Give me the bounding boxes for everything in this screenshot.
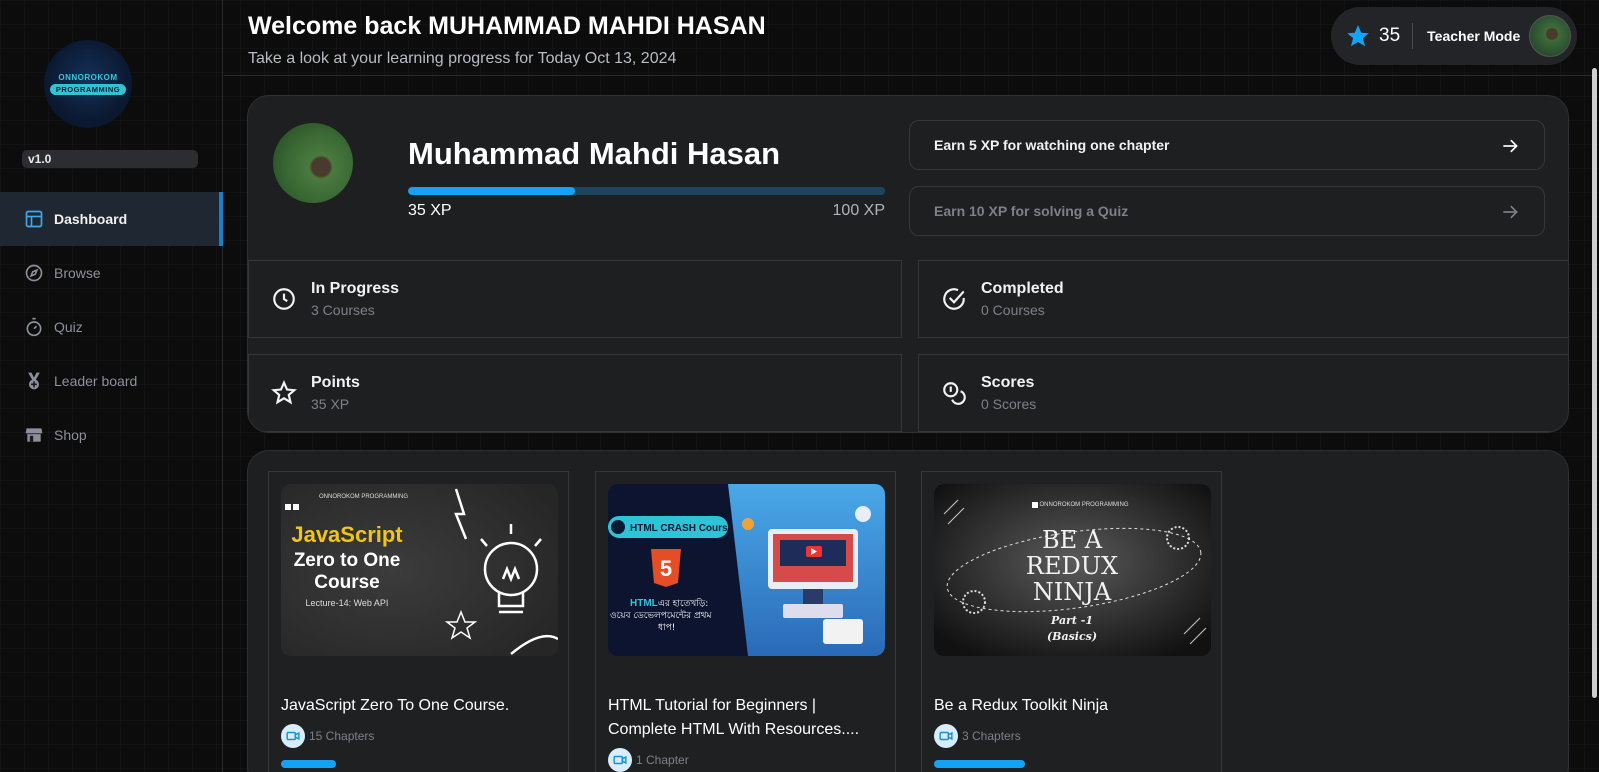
course-chapters: 15 Chapters xyxy=(281,724,374,748)
avatar[interactable] xyxy=(1529,15,1571,57)
svg-text:ONNOROKOM PROGRAMMING: ONNOROKOM PROGRAMMING xyxy=(1039,502,1128,508)
timer-icon xyxy=(24,317,44,337)
stat-completed: Completed 0 Courses xyxy=(918,260,1568,338)
stat-title: Scores xyxy=(981,374,1035,391)
profile-avatar xyxy=(273,123,353,203)
svg-text:HTML: HTML xyxy=(630,598,658,609)
sidebar-item-label: Shop xyxy=(54,427,87,443)
stat-sub: 0 Scores xyxy=(981,396,1037,412)
clock-icon xyxy=(273,288,295,310)
profile-card: Muhammad Mahdi Hasan 35 XP 100 XP Earn 5… xyxy=(247,95,1569,433)
arrow-right-icon xyxy=(1503,205,1518,219)
stat-points: Points 35 XP xyxy=(248,354,902,432)
course-thumbnail: HTML CRASH Course 5 HTML এর হাতেখড়ি: ওয… xyxy=(608,484,885,656)
teacher-mode-button[interactable]: Teacher Mode xyxy=(1427,28,1520,44)
coins-icon xyxy=(943,382,966,405)
svg-text:(Basics): (Basics) xyxy=(1047,630,1097,643)
sidebar-item-leaderboard[interactable]: Leader board xyxy=(0,354,223,408)
course-title[interactable]: JavaScript Zero To One Course. xyxy=(281,694,561,718)
stat-title: Completed xyxy=(981,280,1064,297)
svg-text:ধাপ!: ধাপ! xyxy=(658,623,675,633)
course-chapters: 1 Chapter xyxy=(608,748,689,772)
xp-max: 100 XP xyxy=(832,202,885,219)
star-icon xyxy=(1347,25,1369,47)
xp-progress-fill xyxy=(408,187,575,195)
svg-text:Zero to One: Zero to One xyxy=(294,550,401,571)
profile-name: Muhammad Mahdi Hasan xyxy=(408,136,781,171)
stat-sub: 3 Courses xyxy=(311,302,375,318)
scrollbar[interactable] xyxy=(1592,68,1597,698)
layout-icon xyxy=(24,209,44,229)
star-outline-icon xyxy=(271,380,297,405)
sidebar-item-quiz[interactable]: Quiz xyxy=(0,300,223,354)
user-toolbar: 35 Teacher Mode xyxy=(1331,7,1577,65)
svg-text:JavaScript: JavaScript xyxy=(291,522,403,547)
sidebar-item-label: Quiz xyxy=(54,319,83,335)
header: Welcome back MUHAMMAD MAHDI HASAN Take a… xyxy=(224,0,1599,76)
version-badge: v1.0 xyxy=(22,150,198,168)
sidebar-nav: Dashboard Browse Quiz Leader board Shop xyxy=(0,192,223,462)
course-card-javascript[interactable]: ONNOROKOM PROGRAMMING JavaScript Zero to… xyxy=(268,471,569,772)
video-icon xyxy=(281,724,305,748)
xp-count: 35 xyxy=(1379,25,1401,46)
svg-text:ওয়েব ডেভেলপমেন্টের প্রথম: ওয়েব ডেভেলপমেন্টের প্রথম xyxy=(610,610,712,621)
stat-title: In Progress xyxy=(311,280,400,297)
course-card-redux[interactable]: ONNOROKOM PROGRAMMING BE A REDUX NINJA P… xyxy=(921,471,1222,772)
compass-icon xyxy=(24,263,44,283)
video-icon xyxy=(608,748,632,772)
sidebar-item-label: Browse xyxy=(54,265,101,281)
svg-text:BE A: BE A xyxy=(1042,526,1103,554)
course-thumbnail: ONNOROKOM PROGRAMMING BE A REDUX NINJA P… xyxy=(934,484,1211,656)
svg-text:Course: Course xyxy=(314,572,379,593)
arrow-right-icon xyxy=(1503,139,1518,153)
svg-text:এর হাতেখড়ি:: এর হাতেখড়ি: xyxy=(658,598,708,609)
svg-text:ONNOROKOM PROGRAMMING: ONNOROKOM PROGRAMMING xyxy=(319,494,408,500)
welcome-subtitle: Take a look at your learning progress fo… xyxy=(248,50,677,67)
stat-sub: 0 Courses xyxy=(981,302,1045,318)
medal-icon xyxy=(24,371,44,391)
chapters-count: 15 Chapters xyxy=(309,729,375,743)
courses-section: ONNOROKOM PROGRAMMING JavaScript Zero to… xyxy=(247,450,1569,772)
store-icon xyxy=(24,425,44,445)
earn-quiz-link[interactable]: Earn 10 XP for solving a Quiz xyxy=(909,186,1545,236)
course-progress xyxy=(934,760,1025,768)
earn-label: Earn 5 XP for watching one chapter xyxy=(934,137,1170,153)
xp-progress-bar xyxy=(408,187,885,195)
chapters-count: 3 Chapters xyxy=(962,729,1021,743)
sidebar-item-label: Dashboard xyxy=(54,211,128,227)
stat-in-progress: In Progress 3 Courses xyxy=(248,260,902,338)
svg-text:Part -1: Part -1 xyxy=(1050,614,1093,627)
svg-text:Lecture-14: Web API: Lecture-14: Web API xyxy=(306,598,389,608)
svg-text:HTML CRASH Course: HTML CRASH Course xyxy=(630,523,734,534)
sidebar-item-shop[interactable]: Shop xyxy=(0,408,223,462)
stat-title: Points xyxy=(311,374,360,391)
svg-text:5: 5 xyxy=(660,556,672,581)
svg-text:NINJA: NINJA xyxy=(1033,578,1112,606)
welcome-title: Welcome back MUHAMMAD MAHDI HASAN xyxy=(248,12,766,40)
svg-text:REDUX: REDUX xyxy=(1026,552,1118,580)
course-progress xyxy=(281,760,336,768)
course-chapters: 3 Chapters xyxy=(934,724,1021,748)
earn-chapter-link[interactable]: Earn 5 XP for watching one chapter xyxy=(909,120,1545,170)
sidebar-item-browse[interactable]: Browse xyxy=(0,246,223,300)
xp-current: 35 XP xyxy=(408,202,452,219)
sidebar-item-label: Leader board xyxy=(54,373,138,389)
sidebar-item-dashboard[interactable]: Dashboard xyxy=(0,192,223,246)
logo[interactable]: ONNOROKOM PROGRAMMING xyxy=(44,40,132,128)
course-thumbnail: ONNOROKOM PROGRAMMING JavaScript Zero to… xyxy=(281,484,558,656)
video-icon xyxy=(934,724,958,748)
stat-scores: Scores 0 Scores xyxy=(918,354,1568,432)
course-title[interactable]: Be a Redux Toolkit Ninja xyxy=(934,694,1214,718)
divider xyxy=(1412,23,1414,49)
stat-sub: 35 XP xyxy=(311,396,350,412)
logo-bottom-text: PROGRAMMING xyxy=(49,84,127,95)
sidebar: ONNOROKOM PROGRAMMING v1.0 Dashboard Bro… xyxy=(0,0,223,772)
chapters-count: 1 Chapter xyxy=(636,753,689,767)
check-circle-icon xyxy=(943,288,965,310)
course-title[interactable]: HTML Tutorial for Beginners | Complete H… xyxy=(608,694,888,742)
course-card-html[interactable]: HTML CRASH Course 5 HTML এর হাতেখড়ি: ওয… xyxy=(595,471,896,772)
earn-label: Earn 10 XP for solving a Quiz xyxy=(934,203,1129,219)
logo-top-text: ONNOROKOM xyxy=(58,73,118,82)
